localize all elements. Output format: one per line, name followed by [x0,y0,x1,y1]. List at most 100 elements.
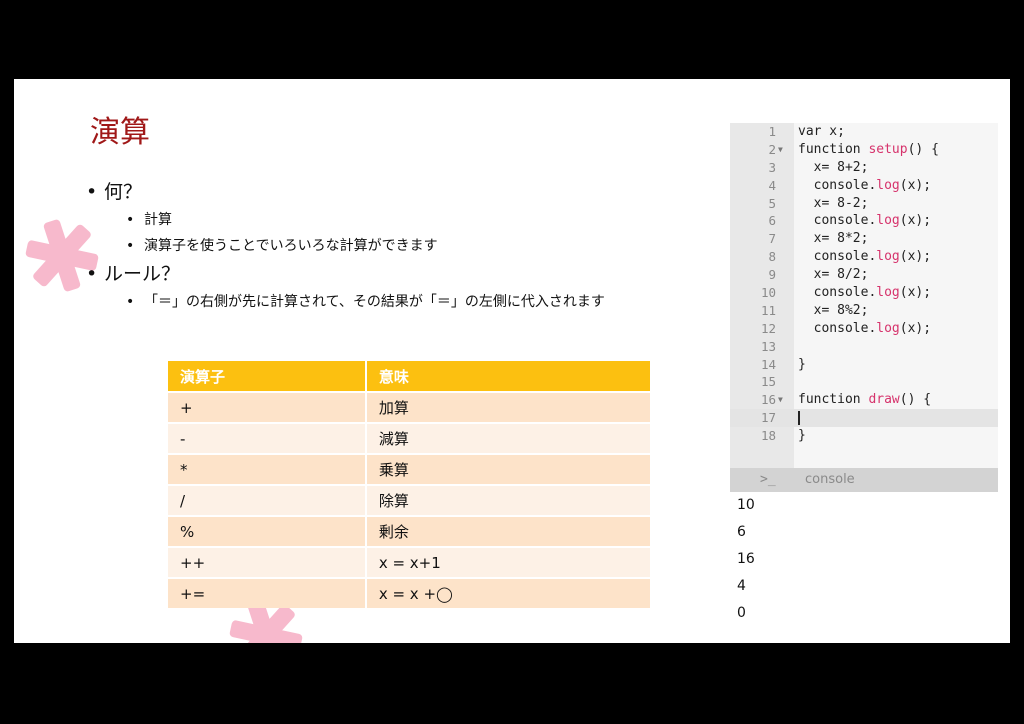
line-number: 8 [768,249,776,265]
code-text: console.log(x); [798,177,932,193]
table-row: - 減算 [168,422,650,453]
meaning-cell: 加算 [364,391,650,422]
code-line: 17 [730,409,998,428]
code-lines: 1 var x; 2 ▼ function setup() {3 x= 8+2; 4 co… [730,123,998,445]
code-text: x= 8+2; [798,159,869,175]
function-name: log [876,285,900,301]
line-number: 10 [760,285,776,301]
code-text: } [798,428,806,444]
bullet-text: ルール？ [104,263,181,285]
console-output-line: 6 [737,524,746,540]
code-text: function draw() { [798,392,932,408]
line-number: 16 [760,392,776,408]
line-number: 7 [768,231,776,247]
console-label: console [805,472,855,487]
code-text: console.log(x); [798,249,932,265]
operator-cell: * [168,453,365,484]
bullet-item: • ルール？ [86,263,181,285]
console-output-line: 0 [737,605,746,621]
code-line: 2 ▼ function setup() { [730,141,998,159]
code-text: console.log(x); [798,285,932,301]
line-number: 15 [760,374,776,390]
function-name: log [876,320,900,336]
line-number: 6 [768,213,776,229]
code-text: x= 8*2; [798,231,869,247]
console-header: >_ console [730,468,998,492]
operator-cell: += [168,577,365,608]
code-line: 12 console.log(x); [730,320,998,338]
code-line: 8 console.log(x); [730,248,998,266]
line-number: 12 [760,320,776,336]
code-line: 1 var x; [730,123,998,141]
table-row: += x = x +◯ [168,577,650,608]
meaning-cell: x = x +◯ [364,577,650,608]
table-header-cell: 演算子 [168,361,365,391]
operator-cell: - [168,422,365,453]
code-line: 5 x= 8-2; [730,195,998,213]
sub-bullet-text: 計算 [144,212,172,228]
sub-bullet-item: • 「＝」の右側が先に計算されて、その結果が「＝」の左側に代入されます [126,294,605,310]
line-number: 5 [768,195,776,211]
code-line: 15 [730,373,998,391]
line-number: 11 [760,302,776,318]
console-prompt-icon: >_ [760,472,776,487]
table-row: / 除算 [168,484,650,515]
function-name: log [876,177,900,193]
table-header-row: 演算子 意味 [168,361,650,391]
code-text: var x; [798,124,845,139]
function-name: setup [868,141,908,157]
code-text: } [798,356,806,372]
function-name: draw [868,392,900,408]
meaning-cell: 剰余 [364,515,650,546]
code-text [798,409,800,427]
code-line: 14} [730,356,998,374]
sub-bullet-item: • 計算 [126,212,172,228]
sub-bullet-item: • 演算子を使うことでいろいろな計算ができます [126,238,438,254]
bullet-item: • 何？ [86,181,143,203]
table-row: ++ x = x+1 [168,546,650,577]
code-text: x= 8-2; [798,195,869,211]
operator-cell: % [168,515,365,546]
line-number: 13 [760,338,776,354]
code-line: 4 console.log(x); [730,177,998,195]
code-line: 7 x= 8*2; [730,230,998,248]
meaning-cell: 減算 [364,422,650,453]
slide-title: 演算 [90,115,150,150]
operator-cell: ++ [168,546,365,577]
console-output: 10 6 16 4 0 [730,492,998,643]
triangle-down-icon[interactable]: ▼ [778,141,783,159]
code-text: x= 8/2; [798,267,869,283]
console-output-line: 10 [737,497,755,513]
operator-table: 演算子 意味 + 加算 - 減算 * 乗算 / 除算 % 剰余 ++ x = x… [168,361,650,608]
line-number: 17 [760,410,776,426]
table-row: * 乗算 [168,453,650,484]
line-number: 1 [768,124,776,139]
function-name: log [876,249,900,265]
slide: 演算 • 何？ • 計算 • 演算子を使うことでいろいろな計算ができます • ルール？ … [14,79,1010,643]
line-number: 2 [768,141,776,157]
code-line: 16 ▼ function draw() { [730,391,998,409]
code-text: x= 8%2; [798,302,869,318]
code-line: 6 console.log(x); [730,212,998,230]
code-line: 11 x= 8%2; [730,302,998,320]
meaning-cell: 乗算 [364,453,650,484]
code-text: console.log(x); [798,320,932,336]
line-number: 14 [760,356,776,372]
bullet-list: • 何？ • 計算 • 演算子を使うことでいろいろな計算ができます • ルール？ • 「＝… [86,177,605,315]
sub-bullet-text: 演算子を使うことでいろいろな計算ができます [144,238,438,254]
table-header-cell: 意味 [364,361,650,391]
line-number: 4 [768,177,776,193]
code-editor-screenshot: 1 var x; 2 ▼ function setup() {3 x= 8+2; 4 co… [730,123,998,643]
sub-bullet-text: 「＝」の右側が先に計算されて、その結果が「＝」の左側に代入されます [144,294,605,310]
line-number: 3 [768,159,776,175]
line-number: 18 [760,428,776,444]
meaning-cell: 除算 [364,484,650,515]
code-line: 18} [730,427,998,445]
meaning-cell: x = x+1 [364,546,650,577]
code-text: function setup() { [798,141,939,157]
triangle-down-icon[interactable]: ▼ [778,391,783,409]
text-cursor [798,410,800,425]
console-output-line: 4 [737,578,746,594]
function-name: log [876,213,900,229]
code-line: 10 console.log(x); [730,284,998,302]
